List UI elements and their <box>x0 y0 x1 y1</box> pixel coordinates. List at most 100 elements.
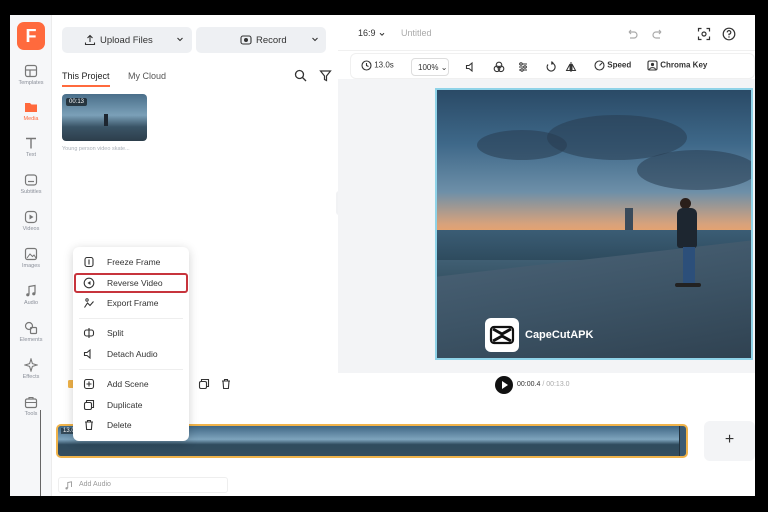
rail-label: Text <box>25 152 37 158</box>
skateboard <box>675 283 701 287</box>
cloud-shape <box>637 150 751 190</box>
add-scene-icon <box>83 378 95 390</box>
menu-item-label: Duplicate <box>107 400 143 410</box>
shapes-icon <box>24 321 38 335</box>
record-button[interactable]: Record <box>196 27 326 53</box>
skater-body <box>677 208 697 248</box>
aspect-ratio-select[interactable]: 16:9 <box>358 28 376 38</box>
help-icon[interactable] <box>722 27 736 41</box>
menu-item-duplicate[interactable]: Duplicate <box>73 396 189 414</box>
speed-label: Speed <box>607 60 632 70</box>
menu-item-detach-audio[interactable]: Detach Audio <box>73 345 189 363</box>
flip-icon[interactable] <box>565 61 577 73</box>
menu-divider <box>79 318 183 319</box>
toolbox-icon <box>24 396 38 409</box>
image-icon <box>24 247 38 261</box>
screenshot-icon[interactable] <box>697 27 711 41</box>
menu-item-reverse-video[interactable]: Reverse Video <box>74 273 188 293</box>
rail-item-templates[interactable]: Templates <box>10 64 52 98</box>
media-thumbnail[interactable]: 00:13 <box>62 94 147 141</box>
export-frame-icon <box>84 298 94 308</box>
rail-label: Audio <box>23 300 39 306</box>
app-logo[interactable]: F <box>17 22 45 50</box>
chroma-key-label: Chroma Key <box>660 60 708 70</box>
track-frame <box>403 426 473 456</box>
thumbnail-figure <box>104 114 108 126</box>
rail-item-elements[interactable]: Elements <box>10 321 52 355</box>
add-audio-label: Add Audio <box>79 481 111 488</box>
freeze-icon <box>84 256 94 268</box>
menu-item-delete[interactable]: Delete <box>73 416 189 434</box>
trash-icon[interactable] <box>220 378 232 390</box>
search-icon[interactable] <box>294 69 307 82</box>
rail-item-effects[interactable]: Effects <box>10 358 52 392</box>
adjust-icon[interactable] <box>517 61 529 73</box>
clip-caption: Young person video skate... <box>62 146 130 152</box>
copy-icon[interactable] <box>198 378 210 390</box>
media-folder-icon <box>25 103 37 112</box>
project-title[interactable]: Untitled <box>401 28 432 38</box>
playback-time: 00:00.4 / 00:13.0 <box>517 381 570 388</box>
watermark-text: CapeCutAPK <box>525 329 594 341</box>
video-icon <box>24 210 38 224</box>
rail-label: Images <box>21 263 41 269</box>
rail-label: Media <box>23 116 39 122</box>
track-frame <box>334 426 404 456</box>
preview-header: 16:9 Untitled <box>338 15 755 51</box>
duration-value: 13.0s <box>374 60 394 70</box>
tab-this-project[interactable]: This Project <box>62 71 110 87</box>
menu-item-label: Reverse Video <box>107 278 163 288</box>
rotate-icon[interactable] <box>545 61 557 73</box>
add-clip-button[interactable]: + <box>704 421 755 461</box>
timeline-playhead[interactable] <box>40 410 41 496</box>
menu-item-add-scene[interactable]: Add Scene <box>73 375 189 393</box>
menu-item-label: Detach Audio <box>107 349 158 359</box>
record-icon <box>240 35 252 45</box>
redo-icon[interactable] <box>651 27 665 41</box>
volume-icon[interactable] <box>465 61 477 73</box>
video-preview[interactable]: CapeCutAPK <box>435 88 753 360</box>
upload-files-button[interactable]: Upload Files <box>62 27 192 53</box>
play-button[interactable] <box>495 376 513 394</box>
rail-item-videos[interactable]: Videos <box>10 210 52 244</box>
duration-control[interactable]: 13.0s <box>361 60 394 71</box>
tab-my-cloud[interactable]: My Cloud <box>128 71 166 81</box>
sparkle-icon <box>24 358 38 372</box>
rail-item-images[interactable]: Images <box>10 247 52 281</box>
menu-item-split[interactable]: Split <box>73 324 189 342</box>
rail-label: Subtitles <box>20 189 42 195</box>
menu-item-export-frame[interactable]: Export Frame <box>73 294 189 312</box>
filters-icon[interactable] <box>493 61 505 73</box>
undo-icon[interactable] <box>625 27 639 41</box>
rail-item-tools[interactable]: Tools <box>10 395 52 429</box>
chevron-down-icon <box>177 37 183 42</box>
chroma-key-icon <box>647 60 658 71</box>
speedometer-icon <box>594 60 605 71</box>
rail-item-text[interactable]: Text <box>10 136 52 170</box>
rail-item-audio[interactable]: Audio <box>10 284 52 318</box>
trash-icon <box>85 419 93 431</box>
record-label: Record <box>256 35 287 46</box>
rail-item-subtitles[interactable]: Subtitles <box>10 173 52 207</box>
left-rail: F Templates Media Text Subtitles Videos … <box>10 15 52 496</box>
speaker-icon <box>83 348 91 360</box>
rail-label: Templates <box>18 80 44 86</box>
music-note-icon <box>26 284 36 297</box>
filter-icon[interactable] <box>319 69 332 82</box>
zoom-value: 100% <box>418 63 439 72</box>
menu-item-label: Add Scene <box>107 379 149 389</box>
music-note-icon <box>65 481 72 490</box>
track-frame <box>196 426 266 456</box>
editor-window: F Templates Media Text Subtitles Videos … <box>10 15 755 496</box>
chevron-down-icon <box>379 32 385 36</box>
track-frame <box>472 426 542 456</box>
chroma-key-button[interactable]: Chroma Key <box>647 60 707 71</box>
zoom-select[interactable]: 100% ⌄ <box>411 58 449 76</box>
track-frame <box>541 426 611 456</box>
split-icon <box>83 328 95 338</box>
text-icon <box>26 137 36 149</box>
menu-item-freeze-frame[interactable]: Freeze Frame <box>73 253 189 271</box>
add-audio-track[interactable]: Add Audio <box>58 477 228 493</box>
speed-button[interactable]: Speed <box>594 60 631 71</box>
rail-item-media[interactable]: Media <box>10 100 52 134</box>
